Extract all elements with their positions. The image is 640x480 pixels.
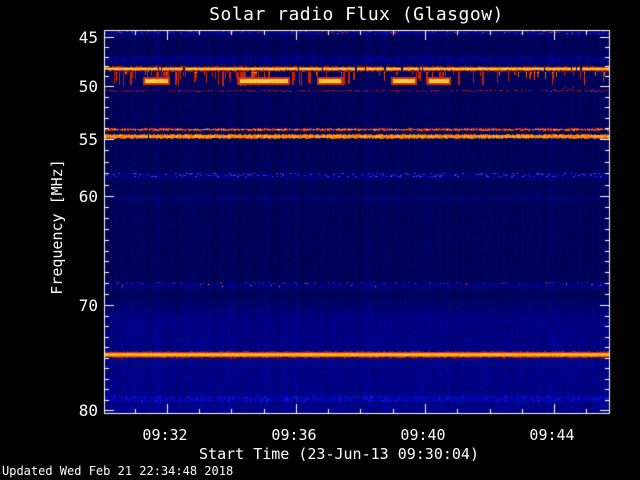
y-tick-label: 55 bbox=[78, 130, 98, 149]
solar-radio-spectrogram-page: Solar radio Flux (Glasgow) Frequency [MH… bbox=[0, 0, 640, 480]
y-tick-label: 60 bbox=[78, 187, 98, 206]
x-axis-label: Start Time (23-Jun-13 09:30:04) bbox=[199, 445, 479, 463]
y-axis-label: Frequency [MHz] bbox=[48, 159, 66, 295]
x-tick-label: 09:40 bbox=[400, 426, 446, 444]
chart-title: Solar radio Flux (Glasgow) bbox=[209, 4, 504, 25]
updated-timestamp: Updated Wed Feb 21 22:34:48 2018 bbox=[2, 464, 234, 478]
y-tick-label: 70 bbox=[78, 296, 98, 315]
y-tick-label: 45 bbox=[78, 28, 98, 47]
x-tick-label: 09:44 bbox=[529, 426, 575, 444]
x-tick-label: 09:32 bbox=[142, 426, 188, 444]
x-tick-label: 09:36 bbox=[271, 426, 317, 444]
y-tick-label: 50 bbox=[78, 77, 98, 96]
y-tick-label: 80 bbox=[78, 401, 98, 420]
